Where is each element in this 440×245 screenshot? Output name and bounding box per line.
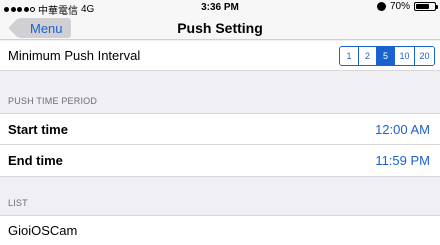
list-header: LIST	[8, 198, 28, 208]
list-item-name: GioiOSCam	[8, 223, 78, 238]
end-time-value[interactable]: 11:59 PM	[375, 153, 430, 168]
interval-segmented-control: 1 2 5 10 20	[339, 45, 435, 66]
alarm-icon	[376, 2, 386, 11]
battery-percent: 70%	[389, 1, 410, 12]
end-time-label: End time	[8, 153, 63, 168]
end-time-row[interactable]: End time 11:59 PM	[0, 145, 440, 177]
interval-option-2[interactable]: 2	[358, 46, 376, 65]
interval-option-10[interactable]: 10	[394, 46, 414, 65]
minimum-push-interval-row: Minimum Push Interval 1 2 5 10 20	[0, 41, 440, 71]
page-title: Push Setting	[177, 20, 263, 36]
interval-option-1[interactable]: 1	[340, 46, 358, 65]
start-time-label: Start time	[8, 121, 68, 137]
start-time-row[interactable]: Start time 12:00 AM	[0, 113, 440, 145]
navigation-bar: Menu Push Setting	[0, 16, 440, 40]
interval-option-5[interactable]: 5	[376, 46, 394, 65]
interval-option-20[interactable]: 20	[414, 46, 434, 65]
interval-label: Minimum Push Interval	[8, 48, 141, 63]
status-time: 3:36 PM	[201, 2, 239, 13]
push-time-period-header: PUSH TIME PERIOD	[8, 96, 98, 106]
list-item[interactable]: GioiOSCam	[0, 215, 440, 245]
battery-fill	[416, 4, 429, 9]
battery-icon	[414, 2, 438, 11]
status-right: 70%	[376, 1, 438, 12]
status-bar: 中華電信 4G 3:36 PM 70%	[0, 0, 440, 17]
start-time-value[interactable]: 12:00 AM	[375, 122, 430, 137]
